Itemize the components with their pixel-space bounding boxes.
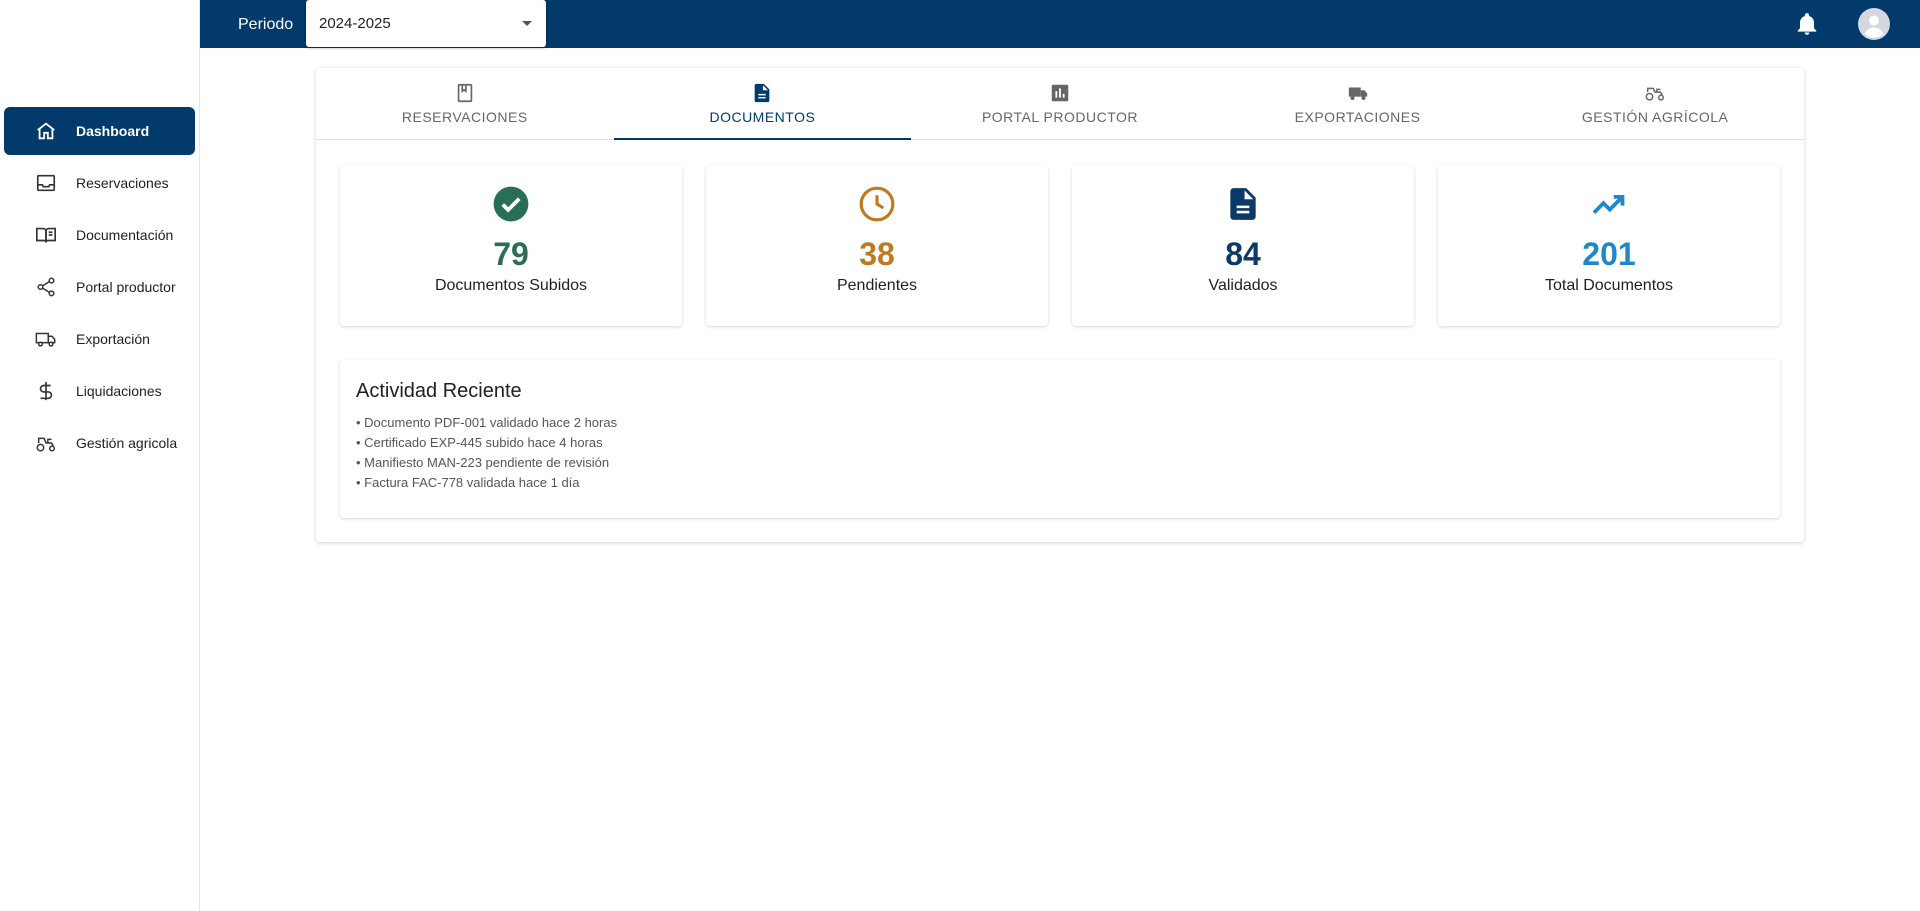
sidebar-item-label: Reservaciones [76, 175, 169, 191]
document-icon [1230, 188, 1256, 220]
tractor-icon [1645, 87, 1665, 101]
tractor-icon [34, 431, 58, 455]
avatar-icon[interactable] [1858, 8, 1890, 40]
stat-value: 84 [1225, 236, 1261, 272]
tab-gestion-agricola[interactable]: GESTIÓN AGRÍCOLA [1506, 68, 1804, 139]
tab-label: EXPORTACIONES [1294, 109, 1421, 125]
tab-reservaciones[interactable]: RESERVACIONES [316, 68, 614, 139]
stat-label: Documentos Subidos [434, 277, 588, 294]
clock-icon [859, 186, 895, 222]
sidebar-item-label: Documentación [76, 227, 174, 243]
tab-exportaciones[interactable]: EXPORTACIONES [1209, 68, 1507, 139]
stat-value: 79 [493, 236, 529, 272]
recent-activity-panel: Actividad Reciente • Documento PDF-001 v… [340, 360, 1780, 518]
sidebar-item-label: Liquidaciones [76, 383, 162, 399]
stat-value: 201 [1582, 236, 1636, 272]
sidebar-item-documentacion[interactable]: Documentación [4, 211, 195, 259]
recent-activity-list: • Documento PDF-001 validado hace 2 hora… [356, 413, 1764, 493]
truck-icon [34, 327, 58, 351]
stat-card-documentos-subidos: 79 Documentos Subidos [340, 165, 682, 326]
dollar-icon [34, 379, 58, 403]
periodo-select[interactable]: 2024-2025 [306, 0, 546, 47]
recent-activity-title: Actividad Reciente [356, 380, 522, 402]
sidebar-item-dashboard[interactable]: Dashboard [4, 107, 195, 155]
periodo-label: Periodo [238, 16, 294, 33]
list-item: • Documento PDF-001 validado hace 2 hora… [356, 415, 618, 430]
sidebar-item-reservaciones[interactable]: Reservaciones [4, 159, 195, 207]
stat-label: Pendientes [836, 277, 918, 294]
list-item: • Certificado EXP-445 subido hace 4 hora… [356, 435, 603, 450]
sidebar-item-label: Portal productor [76, 279, 176, 295]
stat-card-total-documentos: 201 Total Documentos [1438, 165, 1780, 326]
sidebar-item-gestion-agricola[interactable]: Gestión agricola [4, 419, 195, 467]
sidebar-item-label: Gestión agricola [76, 435, 178, 451]
sidebar: Dashboard Reservaciones Documentación Po… [0, 0, 200, 911]
sidebar-item-label: Exportación [76, 331, 150, 347]
sidebar-item-label: Dashboard [76, 123, 150, 139]
share-icon [34, 275, 58, 299]
list-item: • Factura FAC-778 validada hace 1 día [356, 475, 580, 490]
inbox-icon [34, 171, 58, 195]
document-icon [755, 83, 770, 103]
stat-value: 38 [859, 236, 895, 272]
tab-portal-productor[interactable]: PORTAL PRODUCTOR [911, 68, 1209, 139]
tab-label: RESERVACIONES [401, 109, 528, 125]
bar-chart-icon [1051, 84, 1069, 102]
list-item: • Manifiesto MAN-223 pendiente de revisi… [356, 455, 610, 470]
truck-icon [1348, 87, 1367, 101]
bell-icon[interactable] [1794, 11, 1820, 37]
sidebar-item-portal-productor[interactable]: Portal productor [4, 263, 195, 311]
check-circle-icon [493, 186, 529, 222]
dashboard-card: RESERVACIONES DOCUMENTOS PORTAL PRODUCTO… [316, 68, 1804, 542]
book-open-icon [34, 223, 58, 247]
stat-label: Validados [1208, 277, 1278, 294]
top-bar: Periodo 2024-2025 [200, 0, 1920, 48]
home-icon [34, 119, 58, 143]
tab-label: GESTIÓN AGRÍCOLA [1581, 109, 1729, 125]
chevron-down-icon [522, 21, 532, 26]
tab-label: DOCUMENTOS [709, 109, 816, 125]
trending-up-icon [1592, 194, 1625, 215]
sidebar-item-liquidaciones[interactable]: Liquidaciones [4, 367, 195, 415]
tab-label: PORTAL PRODUCTOR [981, 109, 1139, 125]
tab-bar: RESERVACIONES DOCUMENTOS PORTAL PRODUCTO… [316, 68, 1804, 140]
periodo-select-value: 2024-2025 [319, 15, 391, 32]
sidebar-item-exportacion[interactable]: Exportación [4, 315, 195, 363]
bookmark-icon [457, 83, 473, 103]
stat-card-pendientes: 38 Pendientes [706, 165, 1048, 326]
tab-documentos[interactable]: DOCUMENTOS [613, 68, 912, 140]
stat-label: Total Documentos [1544, 277, 1674, 294]
stat-card-validados: 84 Validados [1072, 165, 1414, 326]
sidebar-nav: Dashboard Reservaciones Documentación Po… [4, 107, 195, 471]
